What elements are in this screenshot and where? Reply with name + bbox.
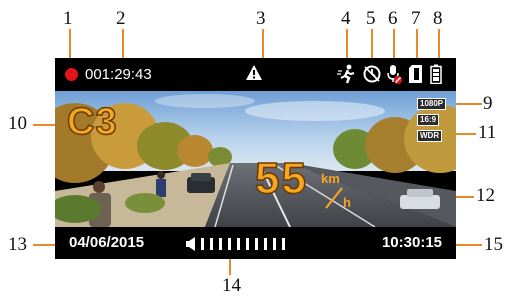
speaker-icon <box>186 237 195 251</box>
volume-bar <box>246 238 249 250</box>
camera-view: C3 1080P 16:9 WDR 55 km h <box>55 91 456 227</box>
bottom-bar: 04/06/2015 10:30:15 <box>55 227 456 259</box>
leader-5 <box>371 29 373 59</box>
callout-13: 13 <box>8 234 27 255</box>
record-time: 001:29:43 <box>85 66 152 83</box>
motion-detection-icon <box>337 64 355 84</box>
callout-3: 3 <box>256 8 266 29</box>
record-dot-icon <box>65 68 78 81</box>
callout-12: 12 <box>476 185 495 206</box>
speed-unit-slash <box>325 187 343 209</box>
timer-icon <box>363 65 381 83</box>
leader-3 <box>262 29 264 59</box>
callout-4: 4 <box>341 8 351 29</box>
callout-11: 11 <box>478 122 497 143</box>
callout-1: 1 <box>63 8 73 29</box>
callout-10: 10 <box>8 113 27 134</box>
callout-14: 14 <box>222 275 241 296</box>
leader-8 <box>438 29 440 59</box>
volume-bar <box>201 238 204 250</box>
leader-4 <box>346 29 348 59</box>
volume-bar <box>273 238 276 250</box>
volume-bar <box>282 238 285 250</box>
callout-6: 6 <box>388 8 398 29</box>
callout-8: 8 <box>433 8 443 29</box>
volume-bar <box>237 238 240 250</box>
status-bar: 001:29:43 <box>55 58 456 91</box>
volume-bar <box>264 238 267 250</box>
resolution-badge: 1080P <box>417 98 447 110</box>
volume-bar <box>228 238 231 250</box>
aspect-ratio-badge: 16:9 <box>417 114 440 126</box>
time-display: 10:30:15 <box>381 234 442 251</box>
volume-bars <box>201 235 301 251</box>
date-display: 04/06/2015 <box>69 234 145 251</box>
volume-bar <box>210 238 213 250</box>
wdr-badge: WDR <box>417 130 443 142</box>
speed-unit-km: km <box>321 171 340 186</box>
callout-2: 2 <box>116 8 126 29</box>
callout-5: 5 <box>366 8 376 29</box>
volume-bar <box>219 238 222 250</box>
speed-value: 55 <box>254 153 308 204</box>
callout-15: 15 <box>484 234 503 255</box>
mode-label: C3 <box>66 100 118 144</box>
volume-bar <box>255 238 258 250</box>
callout-9: 9 <box>483 93 493 114</box>
speed-unit-h: h <box>343 195 351 210</box>
sd-card-icon <box>409 65 422 83</box>
battery-icon <box>430 64 442 84</box>
leader-6 <box>393 29 395 59</box>
dashcam-screen: 001:29:43 C3 1080P 16:9 WDR 55 km h 04/0… <box>55 58 456 259</box>
leader-7 <box>416 29 418 59</box>
warning-triangle-icon <box>246 65 262 80</box>
mic-muted-icon <box>387 65 402 84</box>
callout-7: 7 <box>411 8 421 29</box>
